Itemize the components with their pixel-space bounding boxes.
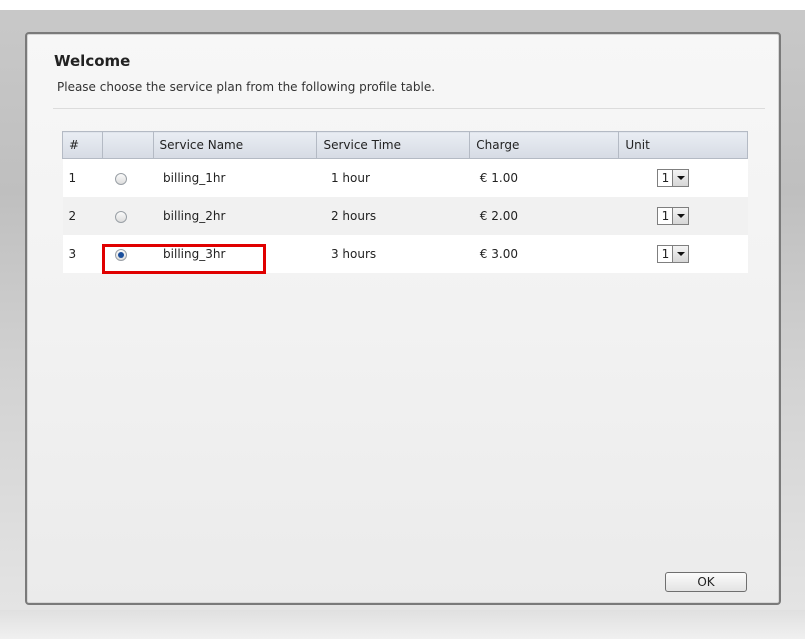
chevron-down-icon[interactable] bbox=[671, 208, 688, 224]
header-charge: Charge bbox=[469, 131, 620, 159]
unit-value: 1 bbox=[661, 209, 670, 223]
unit-cell: 1 bbox=[618, 158, 748, 197]
table-header-row: # Service Name Service Time Charge Unit bbox=[61, 131, 748, 159]
plan-radio-2[interactable] bbox=[114, 210, 127, 223]
service-time: 2 hours bbox=[316, 197, 470, 235]
charge: € 3.00 bbox=[469, 235, 619, 273]
table-row[interactable]: 1 billing_1hr 1 hour € 1.00 1 bbox=[62, 158, 748, 197]
plan-radio-3[interactable] bbox=[114, 248, 127, 261]
ok-button[interactable]: OK bbox=[665, 572, 747, 592]
plan-radio-cell bbox=[102, 235, 154, 273]
unit-select-1[interactable]: 1 bbox=[656, 169, 689, 187]
header-select bbox=[102, 131, 154, 159]
service-time: 1 hour bbox=[316, 158, 470, 197]
plan-radio-cell bbox=[102, 197, 154, 235]
header-service-name: Service Name bbox=[152, 131, 318, 159]
service-time: 3 hours bbox=[316, 235, 470, 273]
header-unit: Unit bbox=[618, 131, 748, 159]
unit-value: 1 bbox=[661, 247, 670, 261]
unit-cell: 1 bbox=[618, 235, 748, 273]
top-strip bbox=[0, 0, 805, 10]
chevron-down-icon[interactable] bbox=[671, 170, 688, 186]
table-row[interactable]: 3 billing_3hr 3 hours € 3.00 1 bbox=[62, 235, 748, 273]
service-name: billing_3hr bbox=[153, 235, 317, 273]
plan-radio-cell bbox=[102, 158, 154, 197]
service-name: billing_2hr bbox=[153, 197, 317, 235]
header-service-time: Service Time bbox=[316, 131, 471, 159]
row-number: 2 bbox=[62, 197, 103, 235]
charge: € 2.00 bbox=[469, 197, 619, 235]
header-number: # bbox=[61, 131, 104, 159]
row-number: 1 bbox=[62, 158, 103, 197]
unit-select-3[interactable]: 1 bbox=[656, 245, 689, 263]
service-plan-table: # Service Name Service Time Charge Unit … bbox=[61, 131, 748, 273]
bottom-strip bbox=[0, 610, 805, 639]
dialog-subtitle: Please choose the service plan from the … bbox=[57, 80, 436, 94]
unit-value: 1 bbox=[661, 171, 670, 185]
row-number: 3 bbox=[62, 235, 103, 273]
table-row[interactable]: 2 billing_2hr 2 hours € 2.00 1 bbox=[62, 197, 748, 235]
welcome-dialog: Welcome Please choose the service plan f… bbox=[25, 32, 781, 605]
unit-cell: 1 bbox=[618, 197, 748, 235]
divider bbox=[53, 108, 765, 109]
unit-select-2[interactable]: 1 bbox=[656, 207, 689, 225]
plan-radio-1[interactable] bbox=[114, 172, 127, 185]
charge: € 1.00 bbox=[469, 158, 619, 197]
dialog-title: Welcome bbox=[54, 52, 131, 70]
chevron-down-icon[interactable] bbox=[671, 246, 688, 262]
service-name: billing_1hr bbox=[153, 158, 317, 197]
